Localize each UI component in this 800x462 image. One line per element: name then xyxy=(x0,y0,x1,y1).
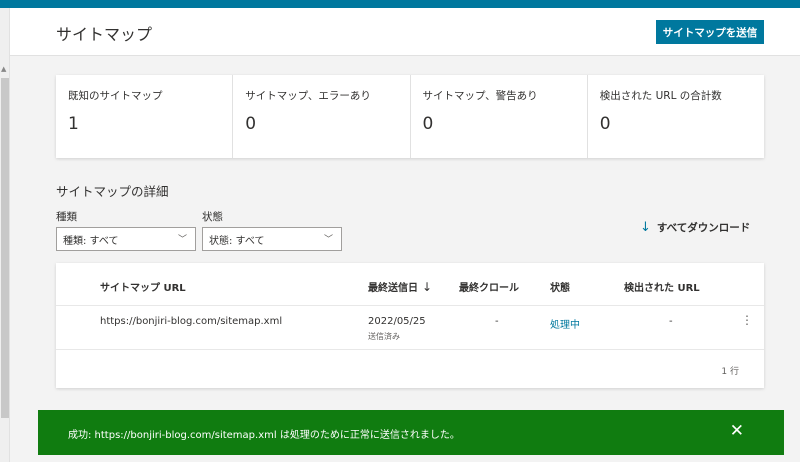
stat-value: 0 xyxy=(599,114,611,134)
chevron-down-icon: ﹀ xyxy=(323,235,333,245)
section-title: サイトマップの詳細 xyxy=(56,184,169,199)
stat-label: サイトマップ、エラーあり xyxy=(245,90,371,102)
stat-known-sitemaps: 既知のサイトマップ 1 xyxy=(56,75,234,158)
sitemaps-table: サイトマップ URL 最終送信日 ↓ 最終クロール 状態 検出された URL ht… xyxy=(56,263,764,388)
summary-stats: 既知のサイトマップ 1 サイトマップ、エラーあり 0 サイトマップ、警告あり 0… xyxy=(56,75,764,158)
status-filter-dropdown[interactable]: 状態: すべて ﹀ xyxy=(202,227,342,251)
column-header-discovered-urls[interactable]: 検出された URL xyxy=(624,279,700,294)
page-title: サイトマップ xyxy=(56,25,153,44)
top-accent-bar xyxy=(0,0,800,8)
column-header-last-submitted[interactable]: 最終送信日 ↓ xyxy=(368,279,432,294)
download-arrow-icon: ↓ xyxy=(640,220,651,235)
sitemap-url-cell: https://bonjiri-blog.com/sitemap.xml xyxy=(100,316,283,327)
stat-value: 0 xyxy=(245,114,257,134)
status-cell[interactable]: 処理中 xyxy=(550,316,580,331)
type-filter-label: 種類 xyxy=(56,211,77,223)
submit-sitemap-button[interactable]: サイトマップを送信 xyxy=(656,20,764,44)
chevron-down-icon: ﹀ xyxy=(177,235,187,245)
arrow-down-icon: ↓ xyxy=(422,280,433,294)
stat-label: 既知のサイトマップ xyxy=(68,90,163,102)
status-filter-value: 状態: すべて xyxy=(209,235,265,247)
more-vertical-icon[interactable]: ⋮ xyxy=(741,313,753,327)
row-count: 1 行 xyxy=(721,367,739,377)
success-notification: 成功: https://bonjiri-blog.com/sitemap.xml… xyxy=(38,410,784,455)
status-filter-label: 状態 xyxy=(202,211,223,223)
download-all-button[interactable]: ↓ すべてダウンロード xyxy=(640,220,750,235)
stat-value: 1 xyxy=(68,114,79,134)
page-header: サイトマップ サイトマップを送信 xyxy=(10,8,800,56)
column-header-sitemap-url[interactable]: サイトマップ URL xyxy=(100,279,186,294)
notification-message: 成功: https://bonjiri-blog.com/sitemap.xml… xyxy=(68,430,460,441)
stat-label: 検出された URL の合計数 xyxy=(599,90,722,102)
divider xyxy=(56,305,764,306)
scrollbar-thumb[interactable] xyxy=(1,78,9,418)
close-icon[interactable]: ✕ xyxy=(730,421,744,441)
download-all-label: すべてダウンロード xyxy=(656,222,751,234)
submitted-sub-cell: 送信済み xyxy=(368,332,400,341)
type-filter-dropdown[interactable]: 種類: すべて ﹀ xyxy=(56,227,196,251)
last-crawl-cell: - xyxy=(495,316,499,327)
discovered-urls-cell: - xyxy=(669,316,673,327)
column-header-last-crawl[interactable]: 最終クロール xyxy=(459,279,519,294)
column-header-status[interactable]: 状態 xyxy=(550,279,570,294)
stat-value: 0 xyxy=(422,114,434,134)
type-filter-value: 種類: すべて xyxy=(63,235,119,247)
submitted-date-cell: 2022/05/25 xyxy=(368,316,426,327)
stat-sitemaps-with-errors: サイトマップ、エラーあり 0 xyxy=(233,75,411,158)
stat-label: サイトマップ、警告あり xyxy=(422,90,538,102)
scrollbar[interactable]: ▲ xyxy=(0,8,10,462)
column-header-label: 最終送信日 xyxy=(368,283,418,294)
stat-total-discovered-urls: 検出された URL の合計数 0 xyxy=(588,75,764,158)
divider xyxy=(56,349,764,350)
scroll-up-icon[interactable]: ▲ xyxy=(1,65,6,73)
stat-sitemaps-with-warnings: サイトマップ、警告あり 0 xyxy=(411,75,588,158)
